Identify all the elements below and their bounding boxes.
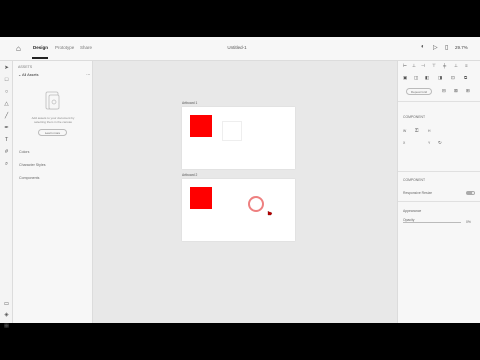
divider (398, 101, 480, 102)
design-canvas[interactable]: Artboard 1 Artboard 2 (93, 61, 397, 323)
document-title[interactable]: Untitled-1 (222, 45, 252, 50)
polygon-tool-icon[interactable]: △ (3, 101, 10, 108)
plugins-icon[interactable]: ▦ (3, 323, 10, 330)
path-icon[interactable]: ⊠ (454, 88, 458, 94)
assets-filter-dropdown[interactable]: ⌄ All Assets ⋯ (18, 72, 90, 78)
character-styles-section[interactable]: Character Styles (19, 163, 46, 167)
assets-icon[interactable]: ▭ (3, 301, 10, 308)
zoom-tool-icon[interactable]: ⌕ (3, 161, 10, 168)
width-field-label[interactable]: W (403, 129, 406, 133)
colors-section[interactable]: Colors (19, 150, 29, 154)
share-icon[interactable]: ◐ (421, 44, 425, 50)
ellipse-tool-icon[interactable]: ○ (3, 89, 10, 96)
divider (398, 171, 480, 172)
opacity-slider[interactable] (403, 222, 461, 223)
lock-icon[interactable]: ⊡ (451, 75, 455, 81)
zoom-level[interactable]: 29.7% (455, 45, 468, 50)
tab-share[interactable]: Share (80, 45, 92, 50)
group-icon[interactable]: ⧉ (464, 75, 467, 80)
boolean-intersect-icon[interactable]: ◧ (425, 75, 429, 81)
click-indicator-ring (248, 196, 264, 212)
play-icon[interactable]: ▷ (433, 44, 438, 51)
xd-app-window: ⌂ Design Prototype Share Untitled-1 ◐ ▷ … (0, 37, 480, 329)
tools-toolbar: ➤ □ ○ △ ╱ ✒ T # ⌕ ▭ ◈ ▦ (0, 61, 13, 329)
tab-design[interactable]: Design (33, 45, 48, 50)
chevron-down-icon: ⌄ (18, 73, 22, 77)
pen-tool-icon[interactable]: ✒ (3, 125, 10, 132)
height-field-label[interactable]: H (428, 129, 430, 133)
text-tool-icon[interactable]: T (3, 137, 10, 144)
distribute-icon[interactable]: ≡ (465, 63, 468, 68)
responsive-resize-label: Responsive Resize (403, 191, 433, 195)
artboard-2-label[interactable]: Artboard 2 (182, 173, 197, 177)
flip-icon[interactable]: ⊞ (466, 88, 470, 94)
artboard-1-label[interactable]: Artboard 1 (182, 101, 197, 105)
opacity-value[interactable]: 0% (466, 220, 471, 224)
assets-heading: ASSETS (18, 65, 33, 69)
align-left-icon[interactable]: ⊢ (403, 63, 407, 69)
x-field-label[interactable]: X (403, 141, 405, 145)
artboard-1[interactable] (182, 107, 295, 169)
component-section-heading: COMPONENT (403, 115, 426, 119)
mask-icon[interactable]: ⊟ (442, 88, 446, 94)
layers-icon[interactable]: ◈ (3, 312, 10, 319)
active-tab-indicator (32, 57, 48, 59)
divider (398, 201, 480, 202)
more-icon[interactable]: ⋯ (86, 72, 90, 77)
rectangle-tool-icon[interactable]: □ (3, 77, 10, 84)
select-tool-icon[interactable]: ➤ (3, 65, 10, 72)
components-section[interactable]: Components (19, 176, 39, 180)
boolean-subtract-icon[interactable]: ◫ (414, 75, 418, 81)
empty-assets-message: Add assets to your document by selecting… (31, 116, 75, 124)
line-tool-icon[interactable]: ╱ (3, 113, 10, 120)
assets-filter-label: All Assets (22, 73, 39, 77)
rotate-icon[interactable]: ↻ (438, 140, 442, 146)
hand-cursor-icon (267, 210, 273, 216)
appearance-heading: Appearance (403, 209, 422, 213)
responsive-resize-toggle[interactable] (466, 191, 475, 195)
repeat-grid-button[interactable]: Repeat Grid (406, 88, 432, 95)
top-bar: ⌂ Design Prototype Share Untitled-1 ◐ ▷ … (0, 37, 480, 61)
assets-panel: ASSETS ⌄ All Assets ⋯ Add assets to your… (13, 61, 93, 323)
learn-more-button[interactable]: Learn more (38, 129, 67, 136)
artboard-tool-icon[interactable]: # (3, 149, 10, 156)
align-center-icon[interactable]: ⊥ (412, 63, 416, 69)
ghost-rectangle (222, 121, 242, 141)
home-icon[interactable]: ⌂ (16, 44, 21, 53)
red-rectangle[interactable] (190, 187, 212, 209)
mobile-preview-icon[interactable]: ▯ (445, 44, 448, 51)
tab-prototype[interactable]: Prototype (55, 45, 74, 50)
align-bottom-icon[interactable]: ⊥ (454, 63, 458, 69)
align-middle-icon[interactable]: ╪ (443, 63, 446, 68)
boolean-add-icon[interactable]: ▣ (403, 75, 407, 81)
align-top-icon[interactable]: ⊤ (432, 63, 436, 69)
align-right-icon[interactable]: ⊣ (421, 63, 425, 69)
property-inspector: ⊢ ⊥ ⊣ ⊤ ╪ ⊥ ≡ ▣ ◫ ◧ ◨ ⊡ ⧉ Repeat Grid ⊟ … (397, 61, 480, 323)
y-field-label[interactable]: Y (428, 141, 430, 145)
empty-document-illustration (45, 91, 60, 110)
red-rectangle[interactable] (190, 115, 212, 137)
boolean-exclude-icon[interactable]: ◨ (438, 75, 442, 81)
lock-aspect-icon[interactable]: ⚿ (415, 128, 418, 133)
responsive-resize-heading: COMPONENT (403, 178, 426, 182)
artboard-2[interactable] (182, 179, 295, 241)
